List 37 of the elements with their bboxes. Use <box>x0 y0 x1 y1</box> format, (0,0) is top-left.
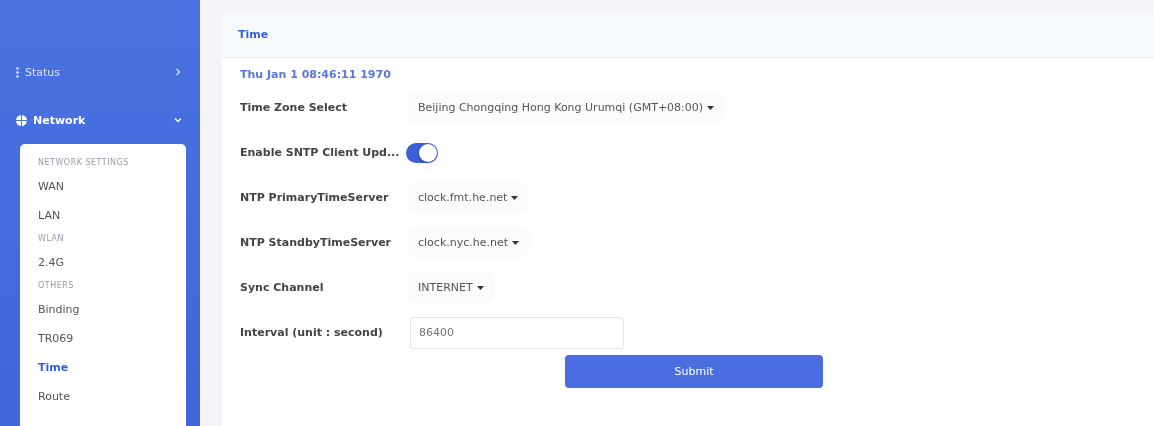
group-heading: WLAN <box>38 233 65 245</box>
menu-label: Network <box>33 113 87 127</box>
dropdown[interactable]: clock.fmt.he.net <box>410 185 527 210</box>
input-field[interactable]: 86400 <box>410 316 624 349</box>
dropdown[interactable]: INTERNET <box>410 275 492 300</box>
submenu-item[interactable]: Route <box>38 382 186 411</box>
toggle-switch[interactable] <box>406 142 438 163</box>
chevron-down-icon <box>174 116 182 124</box>
caret-icon <box>707 105 715 110</box>
field-label: Enable SNTP Client Upd... <box>240 146 401 159</box>
submenu-item[interactable]: Time <box>38 353 186 382</box>
menu-item[interactable]: Network <box>0 96 200 144</box>
caret-icon <box>511 195 519 200</box>
card-title: Time <box>222 12 1154 58</box>
globe-icon <box>16 114 27 126</box>
group-heading: OTHERS <box>38 280 75 292</box>
current-time: Thu Jan 1 08:46:11 1970 <box>240 68 392 81</box>
submenu-item[interactable]: LAN <box>38 201 186 230</box>
caret-icon <box>476 285 484 290</box>
submenu-item[interactable]: Binding <box>38 295 186 324</box>
dropdown[interactable]: Beijing Chongqing Hong Kong Urumqi (GMT+08:00) <box>410 95 723 120</box>
menu-label: Status <box>25 65 62 79</box>
menu-item[interactable]: Status <box>0 48 200 96</box>
dots-icon <box>16 66 19 78</box>
field-label: NTP StandbyTimeServer <box>240 236 392 249</box>
field-label: Sync Channel <box>240 281 325 294</box>
submenu-item[interactable]: TR069 <box>38 324 186 353</box>
group-heading: NETWORK SETTINGS <box>38 157 130 169</box>
chevron-right-icon <box>174 68 182 76</box>
submenu-item[interactable]: 2.4G <box>38 248 186 277</box>
submenu-item[interactable]: WAN <box>38 172 186 201</box>
field-label: NTP PrimaryTimeServer <box>240 191 390 204</box>
field-label: Time Zone Select <box>240 101 349 114</box>
field-label: Interval (unit : second) <box>240 326 384 339</box>
caret-icon <box>512 240 520 245</box>
submit-button[interactable]: Submit <box>565 355 823 388</box>
dropdown[interactable]: clock.nyc.he.net <box>410 230 528 255</box>
